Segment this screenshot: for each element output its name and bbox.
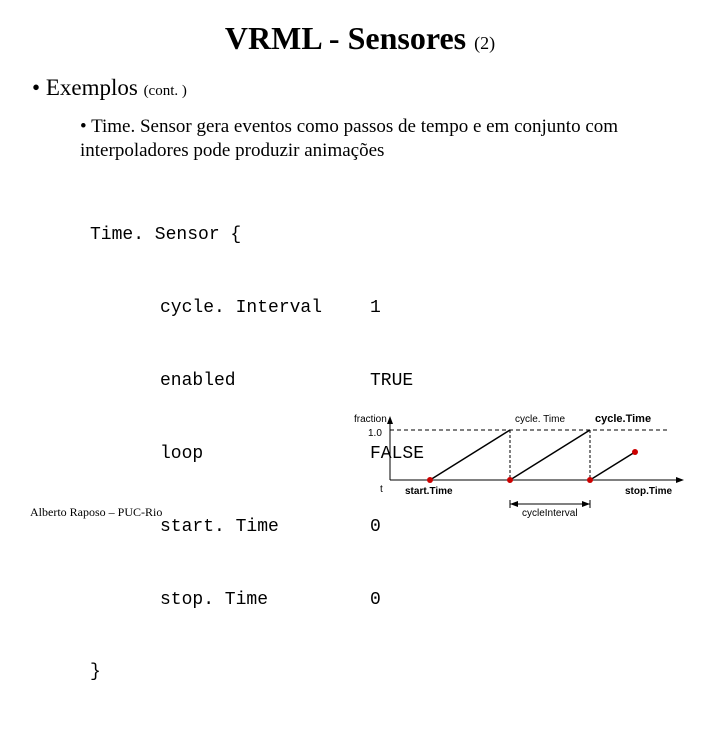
bullet-level2: • Time. Sensor gera eventos como passos … bbox=[80, 115, 670, 163]
code-key: enabled bbox=[90, 369, 370, 393]
stop-label: stop.Time bbox=[625, 486, 672, 497]
cycle-label: cycle. Time bbox=[515, 414, 565, 425]
code-val: 0 bbox=[370, 588, 381, 612]
title-text: VRML - Sensores bbox=[225, 20, 466, 56]
code-field: enabledTRUE bbox=[90, 369, 690, 393]
code-field: cycle. Interval1 bbox=[90, 296, 690, 320]
code-val: TRUE bbox=[370, 369, 413, 393]
cycle-label2: cycle.Time bbox=[595, 413, 651, 425]
interval-label: cycleInterval bbox=[522, 508, 578, 519]
bullet1-cont: (cont. ) bbox=[144, 83, 187, 99]
code-key: cycle. Interval bbox=[90, 296, 370, 320]
bullet1-text: Exemplos bbox=[46, 75, 138, 100]
bullet-level1: • Exemplos (cont. ) bbox=[32, 75, 690, 101]
code-field: stop. Time0 bbox=[90, 588, 690, 612]
start-label: start.Time bbox=[405, 486, 453, 497]
xlabel: t bbox=[380, 484, 383, 495]
code-open: Time. Sensor { bbox=[90, 223, 690, 247]
code-key: stop. Time bbox=[90, 588, 370, 612]
title-suffix: (2) bbox=[474, 33, 495, 53]
timing-diagram: fraction 1.0 t cycle. Time cycle.Time st… bbox=[350, 410, 700, 520]
slide-title: VRML - Sensores (2) bbox=[30, 20, 690, 57]
ymax: 1.0 bbox=[368, 428, 382, 439]
code-close: } bbox=[90, 660, 690, 684]
footer-credit: Alberto Raposo – PUC-Rio bbox=[30, 505, 162, 520]
code-val: 1 bbox=[370, 296, 381, 320]
code-key: loop bbox=[90, 442, 370, 466]
bullet2-text: Time. Sensor gera eventos como passos de… bbox=[80, 116, 618, 161]
ylabel: fraction bbox=[354, 414, 387, 425]
